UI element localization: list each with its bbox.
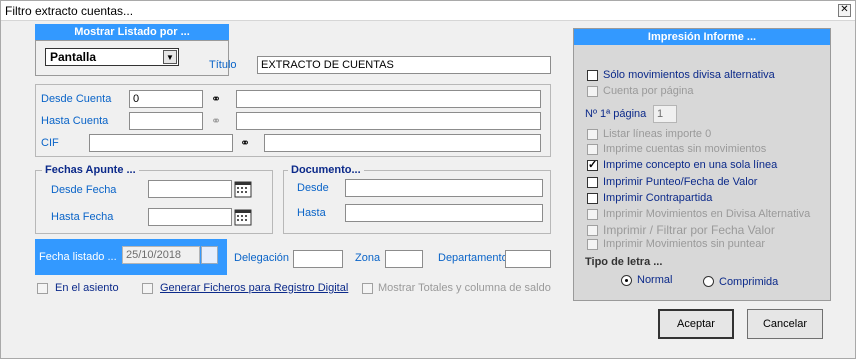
hasta-fecha-input[interactable] xyxy=(148,208,232,226)
fecha-valor-checkbox[interactable] xyxy=(587,225,598,236)
impresion-header: Impresión Informe ... xyxy=(574,29,830,45)
mostrar-totales-checkbox[interactable] xyxy=(362,283,373,294)
documento-desde-input[interactable] xyxy=(345,179,543,197)
sin-puntear-checkbox[interactable] xyxy=(587,239,598,250)
departamento-label: Departamento xyxy=(438,252,508,264)
calendar-icon[interactable] xyxy=(234,180,252,198)
contrapartida-label: Imprimir Contrapartida xyxy=(603,192,713,204)
window-title: Filtro extracto cuentas... xyxy=(5,4,134,18)
hasta-cuenta-desc xyxy=(236,112,541,130)
cuentas-sin-mov-checkbox[interactable] xyxy=(587,144,598,155)
titulo-label: Título xyxy=(209,59,237,71)
concepto-linea-label: Imprime concepto en una sola línea xyxy=(603,159,778,171)
documento-title: Documento... xyxy=(288,164,364,176)
desde-fecha-input[interactable] xyxy=(148,180,232,198)
calendar-icon[interactable] xyxy=(201,246,218,264)
cuenta-por-pagina-checkbox[interactable] xyxy=(587,86,598,97)
cuentas-sin-mov-label: Imprime cuentas sin movimientos xyxy=(603,143,767,155)
close-icon[interactable]: ✕ xyxy=(838,4,851,17)
dialog-window: Filtro extracto cuentas... ✕ Mostrar Lis… xyxy=(0,0,856,359)
fecha-listado-input[interactable]: 25/10/2018 xyxy=(122,246,200,264)
cif-input[interactable] xyxy=(89,134,233,152)
zona-input[interactable] xyxy=(385,250,423,268)
departamento-input[interactable] xyxy=(505,250,551,268)
normal-radio[interactable] xyxy=(621,275,632,286)
divisa-alternativa-label: Imprimir Movimientos en Divisa Alternati… xyxy=(603,208,811,220)
contrapartida-checkbox[interactable] xyxy=(587,193,598,204)
solo-divisa-label: Sólo movimientos divisa alternativa xyxy=(603,69,775,81)
title-bar: Filtro extracto cuentas... ✕ xyxy=(1,1,855,21)
comprimida-radio[interactable] xyxy=(703,276,714,287)
tipo-letra-label: Tipo de letra ... xyxy=(585,256,663,268)
desde-cuenta-input[interactable]: 0 xyxy=(129,90,203,108)
listar-lineas-checkbox[interactable] xyxy=(587,129,598,140)
documento-hasta-label: Hasta xyxy=(297,207,326,219)
chevron-down-icon[interactable]: ▼ xyxy=(163,50,177,64)
generar-ficheros-label: Generar Ficheros para Registro Digital xyxy=(160,282,349,294)
desde-fecha-label: Desde Fecha xyxy=(51,184,117,196)
calendar-icon[interactable] xyxy=(234,208,252,226)
fecha-listado-label: Fecha listado ... xyxy=(39,251,117,263)
normal-label: Normal xyxy=(637,274,673,286)
hasta-fecha-label: Hasta Fecha xyxy=(51,211,114,223)
output-select-value: Pantalla xyxy=(50,50,97,64)
comprimida-label: Comprimida xyxy=(719,276,779,288)
mostrar-totales-label: Mostrar Totales y columna de saldo xyxy=(378,282,551,294)
binoculars-icon[interactable]: ⚭ xyxy=(206,90,226,108)
listar-lineas-label: Listar líneas importe 0 xyxy=(603,128,712,140)
fecha-valor-label: Imprimir / Filtrar por Fecha Valor xyxy=(603,223,775,237)
punteo-label: Imprimir Punteo/Fecha de Valor xyxy=(603,176,758,188)
en-el-asiento-checkbox[interactable] xyxy=(37,283,48,294)
cancelar-button[interactable]: Cancelar xyxy=(747,309,823,339)
hasta-cuenta-input[interactable] xyxy=(129,112,203,130)
binoculars-icon[interactable]: ⚭ xyxy=(206,112,226,130)
documento-hasta-input[interactable] xyxy=(345,204,543,222)
delegacion-label: Delegación xyxy=(234,252,290,264)
desde-cuenta-label: Desde Cuenta xyxy=(41,93,112,105)
fechas-title: Fechas Apunte ... xyxy=(42,164,139,176)
cif-desc xyxy=(264,134,541,152)
concepto-linea-checkbox[interactable] xyxy=(587,158,598,171)
cif-label: CIF xyxy=(41,137,59,149)
sin-puntear-label: Imprimir Movimientos sin puntear xyxy=(603,238,765,250)
binoculars-icon[interactable]: ⚭ xyxy=(235,134,255,152)
solo-divisa-checkbox[interactable] xyxy=(587,70,598,81)
aceptar-button[interactable]: Aceptar xyxy=(658,309,734,339)
delegacion-input[interactable] xyxy=(293,250,343,268)
zona-label: Zona xyxy=(355,252,381,264)
output-select[interactable]: Pantalla ▼ xyxy=(45,48,179,66)
generar-ficheros-checkbox[interactable] xyxy=(142,283,153,294)
hasta-cuenta-label: Hasta Cuenta xyxy=(41,115,109,127)
pagina-input[interactable]: 1 xyxy=(653,105,677,123)
en-el-asiento-label: En el asiento xyxy=(55,282,119,294)
punteo-checkbox[interactable] xyxy=(587,177,598,188)
pagina-label: Nº 1ª página xyxy=(585,108,647,120)
cuenta-por-pagina-label: Cuenta por página xyxy=(603,85,694,97)
titulo-input[interactable]: EXTRACTO DE CUENTAS xyxy=(257,56,551,74)
divisa-alternativa-checkbox[interactable] xyxy=(587,209,598,220)
documento-desde-label: Desde xyxy=(297,182,329,194)
mostrar-header: Mostrar Listado por ... xyxy=(35,24,229,40)
desde-cuenta-desc xyxy=(236,90,541,108)
